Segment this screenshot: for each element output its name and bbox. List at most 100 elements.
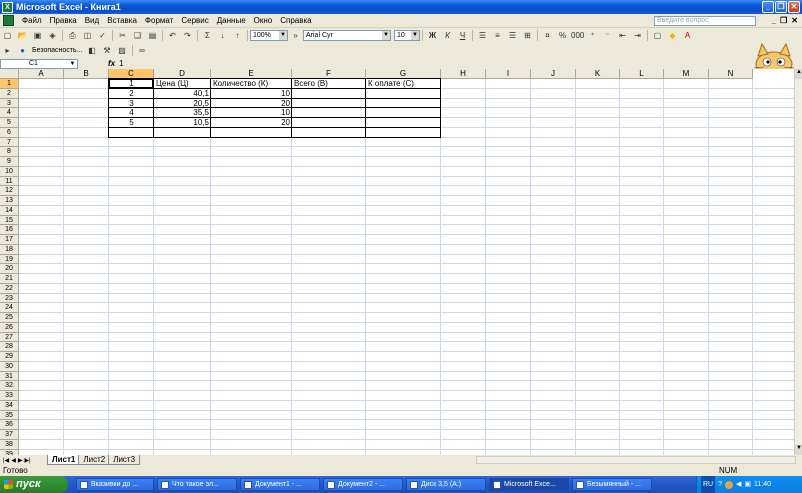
- autosum-icon[interactable]: Σ: [201, 30, 214, 41]
- bold-icon[interactable]: Ж: [426, 30, 439, 41]
- column-header-b[interactable]: B: [64, 69, 109, 79]
- permission-icon[interactable]: ◈: [46, 30, 59, 41]
- task-button-4[interactable]: Документ2 - ...: [323, 478, 403, 491]
- excel-app-icon[interactable]: X: [2, 1, 13, 13]
- visual-basic-icon[interactable]: ⚒: [101, 45, 114, 56]
- language-indicator[interactable]: RU: [701, 476, 716, 493]
- horizontal-scrollbar[interactable]: [476, 456, 796, 464]
- next-sheet-icon[interactable]: ▶: [18, 457, 23, 464]
- row-header-23[interactable]: 23: [0, 293, 19, 304]
- row-header-5[interactable]: 5: [0, 118, 19, 128]
- column-header-i[interactable]: I: [486, 69, 531, 79]
- minimize-button[interactable]: _: [762, 1, 774, 13]
- spelling-icon[interactable]: ✓: [96, 30, 109, 41]
- row-header-13[interactable]: 13: [0, 196, 19, 206]
- currency-icon[interactable]: ¤: [541, 30, 554, 41]
- row-header-24[interactable]: 24: [0, 303, 19, 313]
- security-icon[interactable]: ●: [16, 45, 29, 56]
- control-toolbox-icon[interactable]: ◧: [86, 45, 99, 56]
- task-button-7[interactable]: Безымянный - ...: [572, 478, 652, 491]
- row-header-32[interactable]: 32: [0, 381, 19, 391]
- new-icon[interactable]: ▢: [1, 30, 14, 41]
- row-header-26[interactable]: 26: [0, 322, 19, 333]
- thousands-icon[interactable]: 000: [571, 30, 584, 41]
- row-header-34[interactable]: 34: [0, 400, 19, 411]
- row-header-9[interactable]: 9: [0, 157, 19, 167]
- volume-icon[interactable]: ◀: [736, 476, 741, 493]
- select-all-corner[interactable]: [0, 69, 19, 79]
- row-header-3[interactable]: 3: [0, 98, 19, 109]
- row-header-11[interactable]: 11: [0, 176, 19, 187]
- scroll-up-icon[interactable]: ▲: [795, 69, 802, 79]
- help-search-input[interactable]: Введите вопрос: [654, 16, 756, 26]
- copy-icon[interactable]: ❏: [131, 30, 144, 41]
- task-button-6[interactable]: Microsoft Exce...: [489, 478, 569, 491]
- zoom-select[interactable]: 100% ▼: [250, 30, 288, 41]
- vertical-scrollbar[interactable]: ▲ ▼: [794, 69, 802, 455]
- menu-help[interactable]: Справка: [276, 16, 315, 25]
- restore-button[interactable]: ❐: [775, 1, 787, 13]
- row-header-1[interactable]: 1: [0, 79, 19, 89]
- workbook-restore-button[interactable]: ❐: [780, 16, 787, 25]
- row-header-29[interactable]: 29: [0, 352, 19, 362]
- increase-decimal-icon[interactable]: ⁺: [586, 30, 599, 41]
- sheet-tab-2[interactable]: Лист2: [78, 455, 111, 465]
- row-header-2[interactable]: 2: [0, 88, 19, 99]
- column-header-a[interactable]: A: [19, 69, 64, 79]
- toolbar-grip-icon[interactable]: ▸: [1, 45, 14, 56]
- task-button-1[interactable]: Вказивки до ...: [76, 478, 154, 491]
- task-button-2[interactable]: Что такое эл...: [157, 478, 237, 491]
- design-mode-icon[interactable]: ▨: [116, 45, 129, 56]
- font-color-icon[interactable]: A: [681, 30, 694, 41]
- decrease-indent-icon[interactable]: ⇤: [616, 30, 629, 41]
- workbook-icon[interactable]: [3, 15, 14, 26]
- font-name-select[interactable]: Arial Cyr ▼: [303, 30, 391, 41]
- chevron-down-icon[interactable]: ▼: [411, 31, 419, 40]
- spreadsheet-grid[interactable]: A B C D E F G H I J K L M N 1 2 3 4 5 6 7 8 9 10 11 12 13 14 15 16 17 1…: [0, 69, 794, 455]
- menu-data[interactable]: Данные: [213, 16, 250, 25]
- insert-function-icon[interactable]: fx: [108, 59, 115, 68]
- row-header-38[interactable]: 38: [0, 439, 19, 450]
- network-icon[interactable]: ▣: [744, 476, 751, 493]
- font-size-select[interactable]: 10 ▼: [394, 30, 420, 41]
- row-header-25[interactable]: 25: [0, 313, 19, 323]
- sort-ascending-icon[interactable]: ↓: [216, 30, 229, 41]
- undo-icon[interactable]: ↶: [166, 30, 179, 41]
- row-header-31[interactable]: 31: [0, 371, 19, 382]
- row-header-12[interactable]: 12: [0, 186, 19, 196]
- workbook-minimize-button[interactable]: _: [772, 16, 776, 25]
- start-button[interactable]: пуск: [0, 476, 68, 493]
- column-header-l[interactable]: L: [620, 69, 664, 79]
- print-icon[interactable]: ⎙: [66, 30, 79, 41]
- row-header-18[interactable]: 18: [0, 244, 19, 255]
- merge-center-icon[interactable]: ⊞: [521, 30, 534, 41]
- chevron-down-icon[interactable]: ▼: [279, 31, 287, 40]
- column-header-m[interactable]: M: [664, 69, 709, 79]
- paste-icon[interactable]: ▤: [146, 30, 159, 41]
- row-header-6[interactable]: 6: [0, 127, 19, 138]
- align-center-icon[interactable]: ≡: [491, 30, 504, 41]
- close-button[interactable]: ✕: [788, 1, 800, 13]
- menu-insert[interactable]: Вставка: [103, 16, 141, 25]
- save-icon[interactable]: ▣: [31, 30, 44, 41]
- italic-icon[interactable]: К: [441, 30, 454, 41]
- row-header-33[interactable]: 33: [0, 391, 19, 401]
- task-button-3[interactable]: Документ1 - ...: [240, 478, 320, 491]
- row-header-15[interactable]: 15: [0, 215, 19, 226]
- row-header-7[interactable]: 7: [0, 137, 19, 148]
- menu-tools[interactable]: Сервис: [177, 16, 212, 25]
- sheet-tab-1[interactable]: Лист1: [47, 455, 81, 465]
- prev-sheet-icon[interactable]: ◀: [11, 457, 16, 464]
- row-header-19[interactable]: 19: [0, 254, 19, 265]
- row-header-30[interactable]: 30: [0, 361, 19, 372]
- row-header-10[interactable]: 10: [0, 166, 19, 177]
- column-header-h[interactable]: H: [441, 69, 486, 79]
- align-right-icon[interactable]: ☰: [506, 30, 519, 41]
- row-header-20[interactable]: 20: [0, 264, 19, 274]
- cut-icon[interactable]: ✂: [116, 30, 129, 41]
- open-icon[interactable]: 📂: [16, 30, 29, 41]
- row-header-28[interactable]: 28: [0, 342, 19, 352]
- help-icon[interactable]: ?: [718, 476, 722, 493]
- formula-input[interactable]: 1: [119, 59, 123, 68]
- menu-file[interactable]: Файл: [18, 16, 46, 25]
